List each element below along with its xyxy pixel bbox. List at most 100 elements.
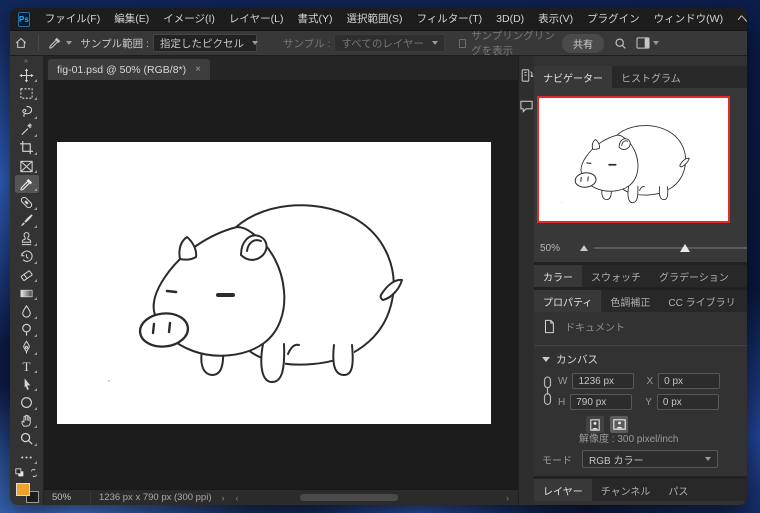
tab-color[interactable]: カラー <box>534 265 582 287</box>
tab-paths[interactable]: パス <box>659 479 697 501</box>
tab-navigator[interactable]: ナビゲーター <box>534 66 612 88</box>
gradient-tool[interactable] <box>15 284 39 302</box>
status-zoom-field[interactable]: 50% <box>44 492 90 503</box>
tab-histogram[interactable]: ヒストグラム <box>612 66 690 88</box>
menu-edit[interactable]: 編集(E) <box>107 8 156 30</box>
sample-select[interactable]: すべてのレイヤー <box>334 34 446 52</box>
menu-file[interactable]: ファイル(F) <box>38 8 107 30</box>
path-selection-tool[interactable] <box>15 375 39 393</box>
crop-tool[interactable] <box>15 139 39 157</box>
document-canvas[interactable] <box>57 142 491 424</box>
zoom-out-icon[interactable] <box>580 245 588 251</box>
width-field[interactable]: 1236 px <box>572 373 635 389</box>
tool-preset[interactable] <box>44 36 76 50</box>
tab-cc-libraries[interactable]: CC ライブラリ <box>659 290 744 312</box>
more-tools-icon <box>21 456 32 459</box>
pen-tool-icon <box>23 340 30 354</box>
slider-track[interactable] <box>594 247 747 249</box>
navigator-thumbnail <box>560 124 691 204</box>
menu-layer[interactable]: レイヤー(L) <box>222 8 291 30</box>
eyedropper-tool[interactable] <box>14 175 39 194</box>
x-field[interactable]: 0 px <box>658 373 721 389</box>
history-brush-tool[interactable] <box>15 248 39 266</box>
foreground-background-swatches[interactable] <box>14 480 40 505</box>
magic-wand-tool[interactable] <box>15 121 39 139</box>
scroll-right-icon[interactable]: › <box>501 493 514 503</box>
menu-view[interactable]: 表示(V) <box>531 8 580 30</box>
sample-range-select[interactable]: 指定したピクセル <box>152 34 258 52</box>
link-dimensions-icon[interactable] <box>541 374 554 408</box>
dodge-tool[interactable] <box>15 321 39 339</box>
pen-tool[interactable] <box>15 339 39 357</box>
divider <box>534 345 747 346</box>
workspace-switcher[interactable] <box>636 37 659 49</box>
search-icon[interactable] <box>614 37 627 50</box>
eraser-tool[interactable] <box>15 266 39 284</box>
brush-tool[interactable] <box>15 212 39 230</box>
layers-panel-group: レイヤー チャンネル パス <box>534 479 747 505</box>
navigator-preview[interactable] <box>534 88 747 234</box>
menu-plugins[interactable]: プラグイン <box>580 8 647 30</box>
history-brush-tool-icon <box>21 251 33 263</box>
foreground-color-swatch[interactable] <box>15 483 30 497</box>
document-tabbar: fig-01.psd @ 50% (RGB/8*) × <box>44 56 518 80</box>
blur-tool-icon <box>22 304 31 318</box>
color-control-mini[interactable] <box>14 468 39 478</box>
divider <box>37 35 39 51</box>
tab-properties[interactable]: プロパティ <box>534 290 602 312</box>
sample-range-label: サンプル範囲 : <box>80 37 149 50</box>
menu-3d[interactable]: 3D(D) <box>489 8 531 30</box>
tab-patterns[interactable]: パターン <box>738 265 748 287</box>
tab-close-icon[interactable]: × <box>195 64 201 75</box>
clone-stamp-tool[interactable] <box>15 230 39 248</box>
canvas-area[interactable] <box>44 80 518 489</box>
scrollbar-track[interactable] <box>244 493 502 502</box>
home-button[interactable] <box>10 36 32 50</box>
menu-image[interactable]: イメージ(I) <box>156 8 222 30</box>
color-panel-group: カラー スウォッチ グラデーション パターン <box>534 265 747 287</box>
slider-thumb[interactable] <box>679 244 690 252</box>
toolbar-grip[interactable]: » <box>24 58 29 66</box>
horizontal-scrollbar[interactable]: ‹ › <box>231 490 519 505</box>
scroll-left-icon[interactable]: ‹ <box>231 493 244 503</box>
canvas-section-header[interactable]: カンバス <box>542 352 598 367</box>
scrollbar-thumb[interactable] <box>300 494 398 501</box>
tab-adjustments[interactable]: 色調補正 <box>601 290 659 312</box>
version-history-icon[interactable] <box>520 68 534 83</box>
marquee-tool[interactable] <box>15 84 39 102</box>
tab-gradients[interactable]: グラデーション <box>650 265 738 287</box>
hand-tool[interactable] <box>15 412 39 430</box>
canvas-section-label: カンバス <box>556 354 598 366</box>
menu-type[interactable]: 書式(Y) <box>290 8 339 30</box>
navigator-proxy-view[interactable] <box>537 96 730 223</box>
navigator-zoom-field[interactable]: 50% <box>540 243 574 254</box>
blur-tool[interactable] <box>15 302 39 320</box>
mode-select[interactable]: RGB カラー <box>582 450 718 468</box>
edit-toolbar-button[interactable] <box>15 448 39 466</box>
height-field[interactable]: 790 px <box>570 394 633 410</box>
frame-tool[interactable] <box>15 157 39 175</box>
collapse-dock-icon[interactable]: » <box>534 56 747 66</box>
shape-tool[interactable] <box>15 393 39 411</box>
status-expand-icon[interactable]: › <box>222 493 225 503</box>
menu-select[interactable]: 選択範囲(S) <box>339 8 409 30</box>
path-selection-tool-icon <box>24 378 31 390</box>
type-tool[interactable]: T <box>15 357 39 375</box>
menu-help[interactable]: ヘルプ(H) <box>730 8 747 30</box>
sampling-ring-checkbox[interactable] <box>459 38 467 48</box>
move-tool[interactable] <box>15 66 39 84</box>
tab-swatches[interactable]: スウォッチ <box>582 265 650 287</box>
menu-window[interactable]: ウィンドウ(W) <box>647 8 730 30</box>
width-label: W <box>558 375 568 387</box>
document-tab[interactable]: fig-01.psd @ 50% (RGB/8*) × <box>48 59 210 80</box>
y-field[interactable]: 0 px <box>656 394 719 410</box>
menu-filter[interactable]: フィルター(T) <box>409 8 489 30</box>
lasso-tool[interactable] <box>15 102 39 120</box>
tab-layers[interactable]: レイヤー <box>534 479 592 501</box>
comments-icon[interactable] <box>519 99 534 113</box>
healing-brush-tool[interactable] <box>15 193 39 211</box>
tab-channels[interactable]: チャンネル <box>592 479 660 501</box>
navigator-zoom-slider[interactable] <box>594 242 747 254</box>
share-button[interactable]: 共有 <box>562 33 604 53</box>
zoom-tool[interactable] <box>15 430 39 448</box>
